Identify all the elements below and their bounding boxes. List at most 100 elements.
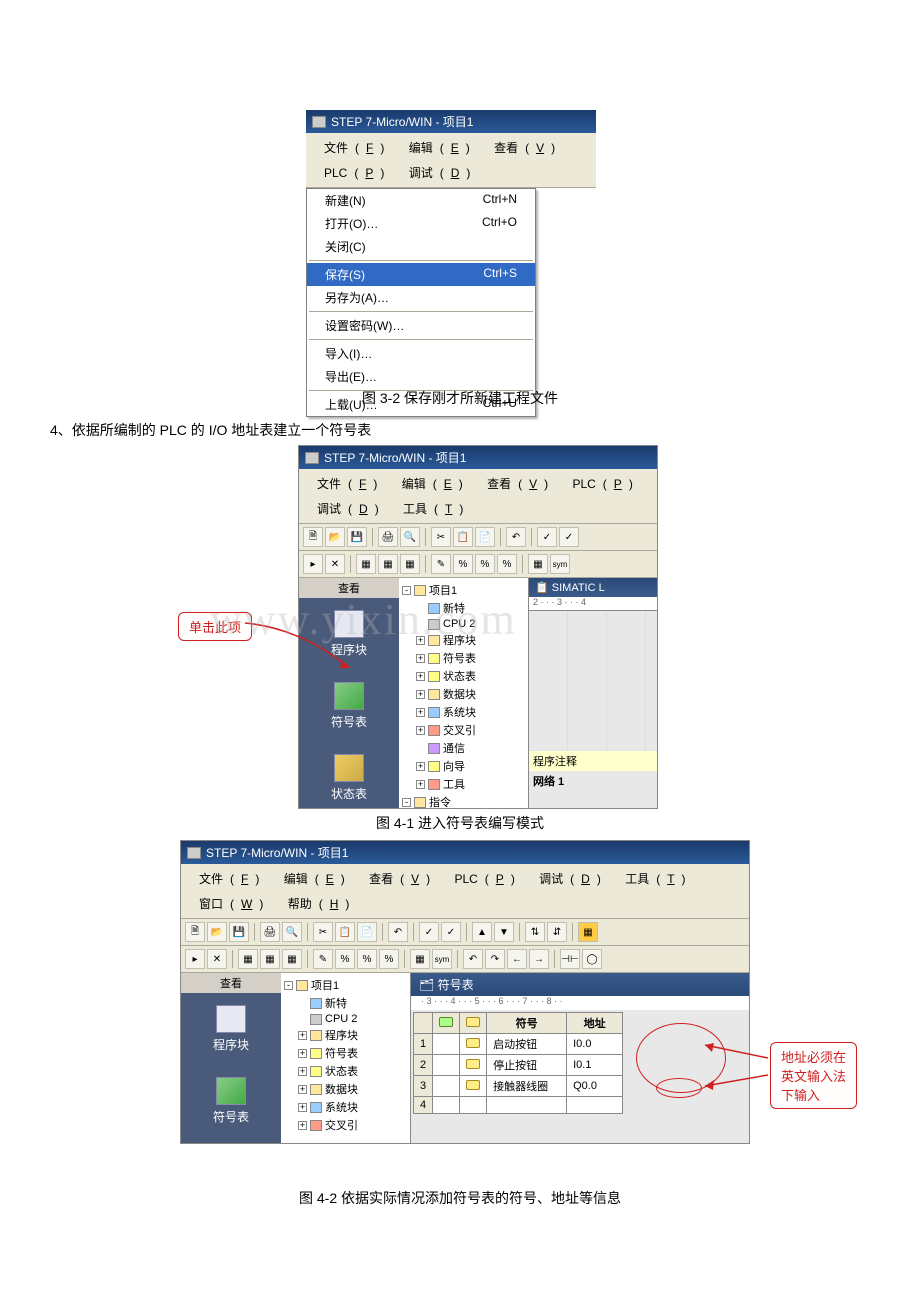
tb-undo-icon[interactable]: ↶ <box>506 527 526 547</box>
menu-file[interactable]: 文件(F) <box>303 471 384 496</box>
tb-compile-icon[interactable]: ✓ <box>537 527 557 547</box>
menu-saveas[interactable]: 另存为(A)… <box>307 286 535 309</box>
tb-open-icon[interactable]: 📂 <box>325 527 345 547</box>
tb-icon[interactable]: % <box>453 554 473 574</box>
tb-icon[interactable]: ▦ <box>378 554 398 574</box>
tb-icon[interactable]: % <box>357 949 377 969</box>
expand-icon[interactable]: - <box>284 981 293 990</box>
menubar[interactable]: 文件(F) 编辑(E) 查看(V) PLC(P) 调试(D) <box>306 133 596 188</box>
tb-paste-icon[interactable]: 📄 <box>357 922 377 942</box>
cell-symbol[interactable]: 接触器线圈 <box>487 1076 567 1097</box>
expand-icon[interactable]: + <box>416 690 425 699</box>
menu-new[interactable]: 新建(N)Ctrl+N <box>307 189 535 212</box>
expand-icon[interactable]: + <box>298 1085 307 1094</box>
tb-new-icon[interactable]: 🗎 <box>185 922 205 942</box>
tree-item[interactable]: +符号表 <box>402 649 525 667</box>
expand-icon[interactable]: - <box>402 586 411 595</box>
tb-cut-icon[interactable]: ✂ <box>313 922 333 942</box>
tb-cut-icon[interactable]: ✂ <box>431 527 451 547</box>
menu-open[interactable]: 打开(O)…Ctrl+O <box>307 212 535 235</box>
cell-symbol[interactable]: 停止按钮 <box>487 1055 567 1076</box>
tb-icon[interactable]: % <box>335 949 355 969</box>
tree-item[interactable]: 新特 <box>284 994 407 1012</box>
expand-icon[interactable]: - <box>402 798 411 807</box>
tb-copy-icon[interactable]: 📋 <box>453 527 473 547</box>
menu-window[interactable]: 窗口(W) <box>185 891 270 916</box>
menu-plc[interactable]: PLC(P) <box>440 868 521 890</box>
tree-item[interactable]: CPU 2 <box>402 617 525 631</box>
table-row[interactable]: 1启动按钮I0.0 <box>414 1034 623 1055</box>
tb-icon[interactable]: ▦ <box>410 949 430 969</box>
tree-item[interactable]: +工具 <box>402 775 525 793</box>
tree-panel-41[interactable]: -项目1新特CPU 2+程序块+符号表+状态表+数据块+系统块+交叉引通信+向导… <box>399 578 529 808</box>
menu-view[interactable]: 查看(V) <box>473 471 555 496</box>
expand-icon[interactable]: + <box>416 762 425 771</box>
tb-preview-icon[interactable]: 🔍 <box>400 527 420 547</box>
tb-icon[interactable]: ✕ <box>207 949 227 969</box>
table-row[interactable]: 4 <box>414 1097 623 1114</box>
tree-item[interactable]: 通信 <box>402 739 525 757</box>
tb-print-icon[interactable]: 🖨 <box>260 922 280 942</box>
menu-view[interactable]: 查看(V) <box>355 866 437 891</box>
menu-setpassword[interactable]: 设置密码(W)… <box>307 314 535 337</box>
tree-item[interactable]: -项目1 <box>402 581 525 599</box>
expand-icon[interactable]: + <box>298 1103 307 1112</box>
tree-item[interactable]: -项目1 <box>284 976 407 994</box>
tree-item[interactable]: +程序块 <box>284 1026 407 1044</box>
tree-item[interactable]: +程序块 <box>402 631 525 649</box>
tb-download-icon[interactable]: ▼ <box>494 922 514 942</box>
menu-debug[interactable]: 调试(D) <box>395 160 478 185</box>
menu-plc[interactable]: PLC(P) <box>558 473 639 495</box>
tree-item[interactable]: +状态表 <box>284 1062 407 1080</box>
view-item-program[interactable]: 程序块 <box>299 598 399 670</box>
tree-item[interactable]: +向导 <box>402 757 525 775</box>
expand-icon[interactable]: + <box>416 708 425 717</box>
table-row[interactable]: 3接触器线圈Q0.0 <box>414 1076 623 1097</box>
tb-new-icon[interactable]: 🗎 <box>303 527 323 547</box>
menu-edit[interactable]: 编辑(E) <box>395 135 477 160</box>
view-item-program[interactable]: 程序块 <box>181 993 281 1065</box>
tb-upload-icon[interactable]: ▲ <box>472 922 492 942</box>
tree-item[interactable]: +交叉引 <box>402 721 525 739</box>
tb-icon[interactable]: ▦ <box>356 554 376 574</box>
expand-icon[interactable]: + <box>416 654 425 663</box>
expand-icon[interactable]: + <box>298 1031 307 1040</box>
tb-icon[interactable]: % <box>379 949 399 969</box>
tree-item[interactable]: +数据块 <box>402 685 525 703</box>
tree-item[interactable]: -指令 <box>402 793 525 808</box>
menu-tools[interactable]: 工具(T) <box>611 866 692 891</box>
tree-item[interactable]: 新特 <box>402 599 525 617</box>
cell-address[interactable]: I0.0 <box>567 1034 623 1055</box>
menu-export[interactable]: 导出(E)… <box>307 365 535 388</box>
expand-icon[interactable]: + <box>416 636 425 645</box>
tb-nav-icon[interactable]: → <box>529 949 549 969</box>
menu-save[interactable]: 保存(S)Ctrl+S <box>307 263 535 286</box>
tb-compileall-icon[interactable]: ✓ <box>559 527 579 547</box>
expand-icon[interactable]: + <box>298 1049 307 1058</box>
tb-icon[interactable]: ✎ <box>313 949 333 969</box>
tb-compileall-icon[interactable]: ✓ <box>441 922 461 942</box>
tb-icon[interactable]: ◯ <box>582 949 602 969</box>
tb-icon[interactable]: ▸ <box>185 949 205 969</box>
tb-save-icon[interactable]: 💾 <box>229 922 249 942</box>
menu-edit[interactable]: 编辑(E) <box>388 471 470 496</box>
tb-nav-icon[interactable]: ↶ <box>463 949 483 969</box>
tb-icon[interactable]: ✕ <box>325 554 345 574</box>
tb-paste-icon[interactable]: 📄 <box>475 527 495 547</box>
menu-file[interactable]: 文件(F) <box>185 866 266 891</box>
expand-icon[interactable]: + <box>298 1121 307 1130</box>
tb-save-icon[interactable]: 💾 <box>347 527 367 547</box>
expand-icon[interactable]: + <box>416 726 425 735</box>
tb-icon[interactable]: ▦ <box>528 554 548 574</box>
tb-icon[interactable]: ▦ <box>282 949 302 969</box>
tb-icon[interactable]: % <box>497 554 517 574</box>
symbol-table[interactable]: 符号 地址 1启动按钮I0.02停止按钮I0.13接触器线圈Q0.04 <box>413 1012 623 1114</box>
tb-icon[interactable]: ⊣⊢ <box>560 949 580 969</box>
cell-address[interactable]: I0.1 <box>567 1055 623 1076</box>
menu-edit[interactable]: 编辑(E) <box>270 866 352 891</box>
menu-file[interactable]: 文件(F) <box>310 135 391 160</box>
menu-help[interactable]: 帮助(H) <box>274 891 357 916</box>
cell-address[interactable] <box>567 1097 623 1114</box>
tb-icon[interactable]: ✎ <box>431 554 451 574</box>
tree-item[interactable]: +符号表 <box>284 1044 407 1062</box>
